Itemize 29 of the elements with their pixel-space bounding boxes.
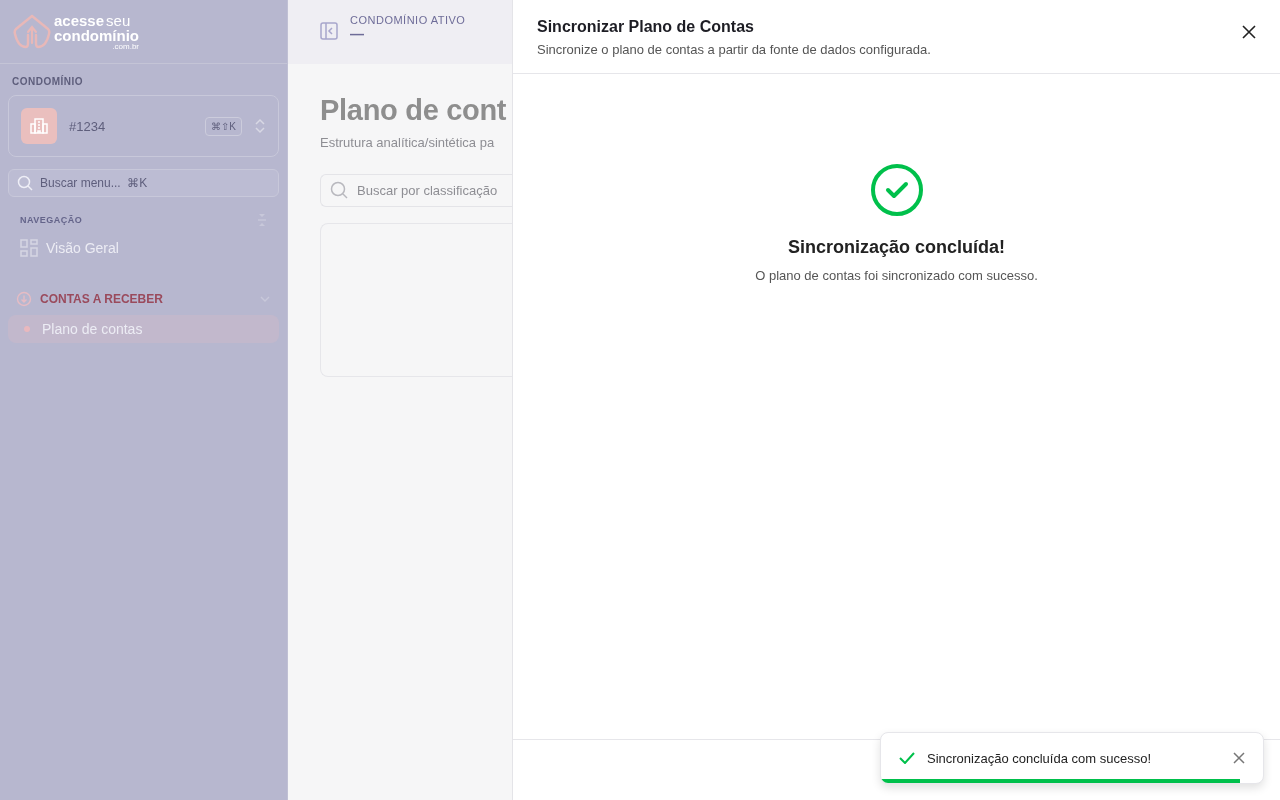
search-field[interactable]: Buscar por classificação <box>320 174 512 207</box>
house-logo-icon <box>12 12 52 51</box>
search-field[interactable]: Buscar menu... ⌘K <box>8 169 279 197</box>
drawer-title: Sincronizar Plano de Contas <box>537 18 755 36</box>
condo-name: #1234 <box>69 118 107 134</box>
header-value: — <box>350 26 365 42</box>
nav-section[interactable]: CONTAS A RECEBER <box>8 269 279 315</box>
download-circle-icon <box>16 291 32 307</box>
section-label: CONDOMÍNIO <box>11 76 85 89</box>
drawer-subtitle: Sincronize o plano de contas a partir da fonte de dados configurada. <box>537 42 931 57</box>
logo-text: seu <box>106 12 131 28</box>
chevron-updown-icon <box>254 118 266 134</box>
logo-text: condomínio <box>54 27 139 43</box>
section-label: NAVEGAÇÃO <box>20 215 83 225</box>
close-icon[interactable] <box>1242 25 1256 39</box>
logo-domain: .com.br <box>111 42 139 51</box>
page-subtitle: Estrutura analítica/sintética pa <box>320 135 496 150</box>
grid-icon <box>20 239 38 257</box>
status-title: Sincronização concluída! <box>787 237 1005 258</box>
status-message: O plano de contas foi sincronizado com sucesso. <box>755 268 1038 283</box>
building-icon <box>21 108 57 144</box>
logo-text: acesse <box>54 12 105 28</box>
toast-message: Sincronização concluída com sucesso! <box>927 750 1152 766</box>
page-title: Plano de cont <box>320 94 508 127</box>
shortcut-badge: ⌘⇧K <box>205 116 242 136</box>
sidebar-toggle-icon[interactable] <box>320 22 338 40</box>
condo-selector[interactable]: #1234 ⌘⇧K <box>8 95 279 157</box>
header-label: CONDOMÍNIO ATIVO <box>350 14 466 26</box>
search-icon <box>330 181 348 199</box>
